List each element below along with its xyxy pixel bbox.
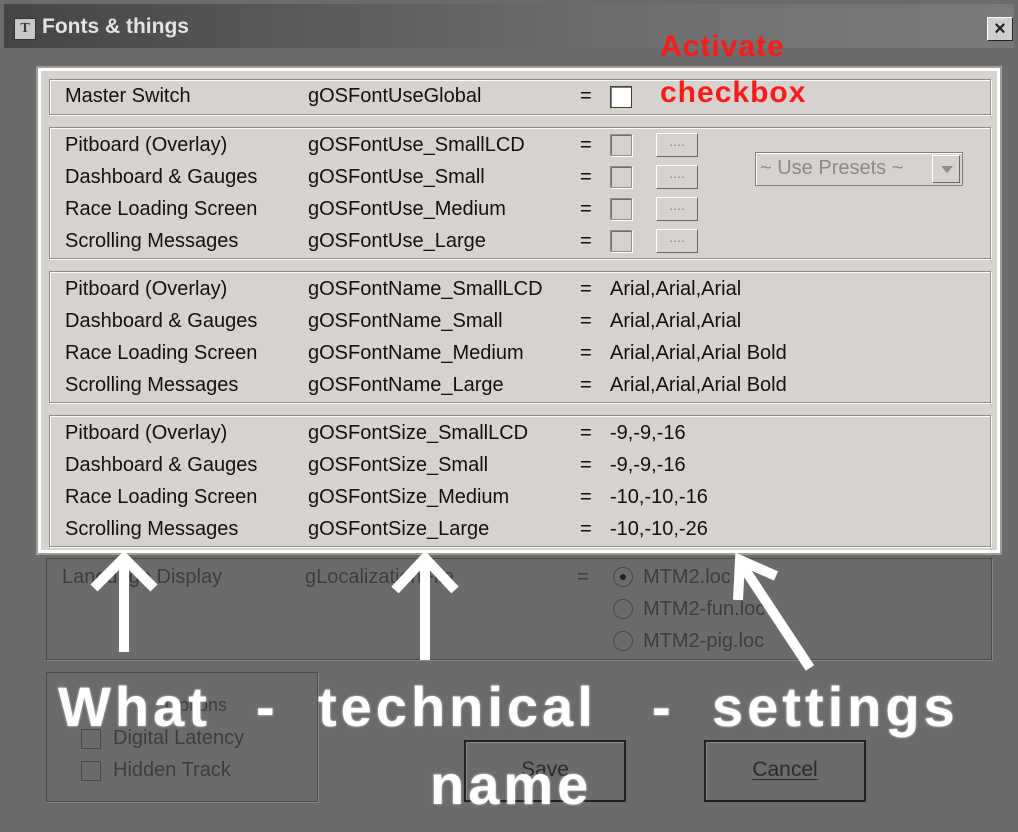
annotation-dash-1: - — [256, 675, 279, 738]
arrow-what — [90, 550, 158, 652]
annotation-name: name — [430, 753, 593, 816]
annotation-technical: technical — [318, 675, 597, 738]
arrow-settings — [733, 552, 815, 671]
annotation-what: What — [58, 675, 211, 738]
arrow-technical — [391, 550, 459, 660]
annotation-settings: settings — [712, 675, 959, 738]
annotation-dash-2: - — [652, 675, 675, 738]
fonts-dialog-window: T Fonts & things × Language Display gLoc… — [0, 0, 1018, 832]
